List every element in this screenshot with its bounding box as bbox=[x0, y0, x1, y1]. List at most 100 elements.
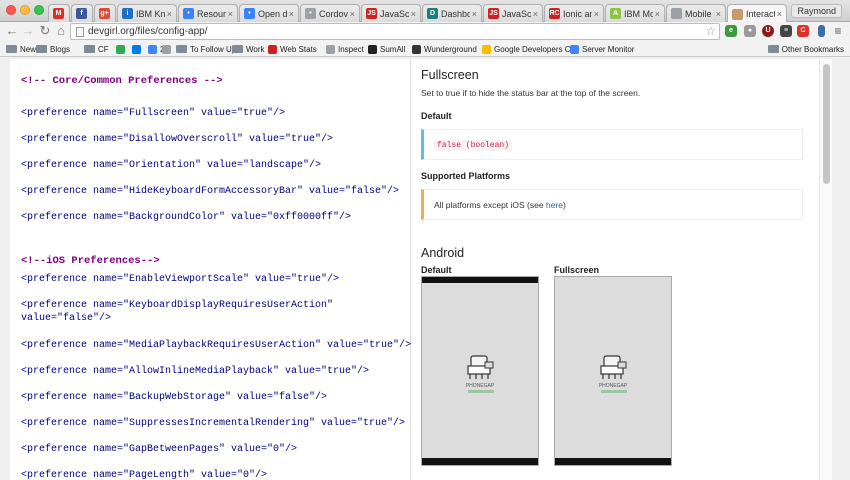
tab-close-icon[interactable]: × bbox=[716, 9, 721, 19]
bookmark-item[interactable]: To Follow Up bbox=[176, 43, 236, 55]
android-nav-bar bbox=[422, 458, 538, 465]
tab-close-icon[interactable]: × bbox=[655, 9, 660, 19]
bookmark-label: Web Stats bbox=[280, 44, 317, 54]
window-maximize-icon[interactable] bbox=[34, 5, 44, 15]
browser-tab[interactable]: f bbox=[71, 4, 93, 22]
docs-panel: Fullscreen Set to true if to hide the st… bbox=[411, 59, 819, 480]
code-line: <preference name="PageLength" value="0"/… bbox=[21, 470, 268, 480]
browser-tab[interactable]: AIBM Mob× bbox=[605, 4, 665, 22]
browser-tab[interactable]: •Resource× bbox=[178, 4, 238, 22]
tab-title: Resource bbox=[197, 8, 226, 19]
config-code-panel: <!-- Core/Common Preferences --> <prefere… bbox=[10, 59, 411, 480]
tab-title: Open disc bbox=[258, 8, 287, 19]
extension-gray-icon[interactable]: ● bbox=[744, 25, 756, 37]
wunderground-icon bbox=[412, 44, 421, 54]
browser-tab[interactable]: JSJavaScrip× bbox=[361, 4, 421, 22]
tab-close-icon[interactable]: × bbox=[777, 9, 782, 19]
tab-title: JavaScrip bbox=[502, 8, 531, 19]
tab-close-icon[interactable]: × bbox=[594, 9, 599, 19]
page-icon bbox=[326, 44, 335, 54]
device-icon[interactable] bbox=[818, 25, 825, 37]
google-developers-icon bbox=[482, 44, 491, 54]
evernote-icon[interactable]: e bbox=[725, 25, 737, 37]
bookmark-item[interactable]: News bbox=[6, 43, 40, 55]
android-fullscreen-screenshot: PHONEGAP bbox=[554, 276, 672, 466]
other-bookmarks[interactable]: Other Bookmarks bbox=[767, 43, 844, 55]
bookmark-label: Wunderground bbox=[424, 44, 477, 54]
tab-close-icon[interactable]: × bbox=[228, 9, 233, 19]
bookmark-item[interactable]: Work bbox=[232, 43, 265, 55]
browser-tab[interactable]: JSJavaScrip× bbox=[483, 4, 543, 22]
code-line: <preference name="Orientation" value="la… bbox=[21, 160, 322, 171]
browser-tab[interactable]: iIBM Know× bbox=[117, 4, 177, 22]
docs-scrollbar[interactable] bbox=[819, 59, 832, 480]
browser-toolbar: ← → ↻ ⌂ devgirl.org/files/config-app/ ☆ … bbox=[0, 22, 850, 41]
facebook-icon: f bbox=[76, 8, 87, 19]
menu-icon[interactable]: ≡ bbox=[831, 24, 845, 38]
tab-title: Mobile Bl bbox=[685, 8, 714, 19]
buffer-icon[interactable]: ≡ bbox=[780, 25, 792, 37]
tab-close-icon[interactable]: × bbox=[289, 9, 294, 19]
browser-tab[interactable]: M bbox=[48, 4, 70, 22]
browser-tab[interactable]: g+ bbox=[94, 4, 116, 22]
forward-icon[interactable]: → bbox=[21, 24, 35, 38]
reload-icon[interactable]: ↻ bbox=[38, 24, 52, 38]
bookmark-label: Server Monitor bbox=[582, 44, 635, 54]
bookmark-item[interactable]: SumAll bbox=[368, 43, 405, 55]
tab-close-icon[interactable]: × bbox=[472, 9, 477, 19]
browser-tab[interactable]: Interactive× bbox=[727, 4, 787, 23]
sumall-icon bbox=[368, 44, 377, 54]
browser-tab[interactable]: •Cordova× bbox=[300, 4, 360, 22]
dashboard-icon: D bbox=[427, 8, 438, 19]
cors-icon[interactable]: C bbox=[797, 25, 809, 37]
browser-tab[interactable]: RCIonic and× bbox=[544, 4, 604, 22]
bookmark-item[interactable] bbox=[132, 43, 144, 55]
home-icon[interactable]: ⌂ bbox=[54, 24, 68, 38]
tab-close-icon[interactable]: × bbox=[533, 9, 538, 19]
tab-close-icon[interactable]: × bbox=[350, 9, 355, 19]
tab-close-icon[interactable]: × bbox=[411, 9, 416, 19]
bookmark-item[interactable]: Google Developers C bbox=[482, 43, 570, 55]
platforms-here-link[interactable]: here bbox=[546, 200, 563, 210]
bookmark-star-icon[interactable]: ☆ bbox=[705, 24, 716, 38]
dropbox-icon bbox=[132, 44, 141, 54]
back-icon[interactable]: ← bbox=[5, 24, 19, 38]
default-heading: Default bbox=[421, 111, 452, 121]
app-name-label: PHONEGAP bbox=[598, 383, 628, 389]
tab-title: Ionic and bbox=[563, 8, 592, 19]
bookmark-label: CF bbox=[98, 44, 109, 54]
profile-button[interactable]: Raymond bbox=[791, 4, 842, 18]
gmail-icon: M bbox=[53, 8, 64, 19]
ibm-icon: i bbox=[122, 8, 133, 19]
browser-tab[interactable]: •Open disc× bbox=[239, 4, 299, 22]
bookmark-item[interactable]: Server Monitor bbox=[570, 43, 634, 55]
address-bar[interactable]: devgirl.org/files/config-app/ ☆ bbox=[70, 23, 720, 40]
window-close-icon[interactable] bbox=[6, 5, 16, 15]
tab-title: IBM Know bbox=[136, 8, 165, 19]
preference-title: Fullscreen bbox=[421, 68, 479, 82]
tab-title: Dashboa bbox=[441, 8, 470, 19]
bookmark-item[interactable] bbox=[162, 43, 174, 55]
scroll-thumb[interactable] bbox=[823, 64, 830, 184]
platforms-text: All platforms except iOS (see here) bbox=[434, 200, 566, 210]
code-line: <preference name="BackupWebStorage" valu… bbox=[21, 392, 328, 403]
browser-tab[interactable]: Mobile Bl× bbox=[666, 4, 726, 22]
ublock-icon[interactable]: U bbox=[762, 25, 774, 37]
code-line: <preference name="EnableViewportScale" v… bbox=[21, 274, 340, 285]
bookmark-item[interactable]: Web Stats bbox=[268, 43, 317, 55]
browser-tab[interactable]: DDashboa× bbox=[422, 4, 482, 22]
folder-icon bbox=[767, 45, 779, 53]
bookmark-item[interactable]: CF bbox=[84, 43, 109, 55]
window-minimize-icon[interactable] bbox=[20, 5, 30, 15]
document-icon bbox=[671, 8, 682, 19]
bookmark-item[interactable] bbox=[116, 43, 128, 55]
bookmark-item[interactable]: Inspect bbox=[326, 43, 364, 55]
bookmark-item[interactable]: Wunderground bbox=[412, 43, 477, 55]
bookmark-item[interactable]: Blogs bbox=[36, 43, 70, 55]
bookmark-label: Work bbox=[246, 44, 265, 54]
tab-title: Interactive bbox=[746, 9, 775, 19]
tab-strip: Mfg+iIBM Know×•Resource×•Open disc×•Cord… bbox=[0, 0, 850, 23]
tab-close-icon[interactable]: × bbox=[167, 9, 172, 19]
bookmark-label: Google Developers C bbox=[494, 44, 571, 54]
url-text[interactable]: devgirl.org/files/config-app/ bbox=[88, 26, 208, 37]
